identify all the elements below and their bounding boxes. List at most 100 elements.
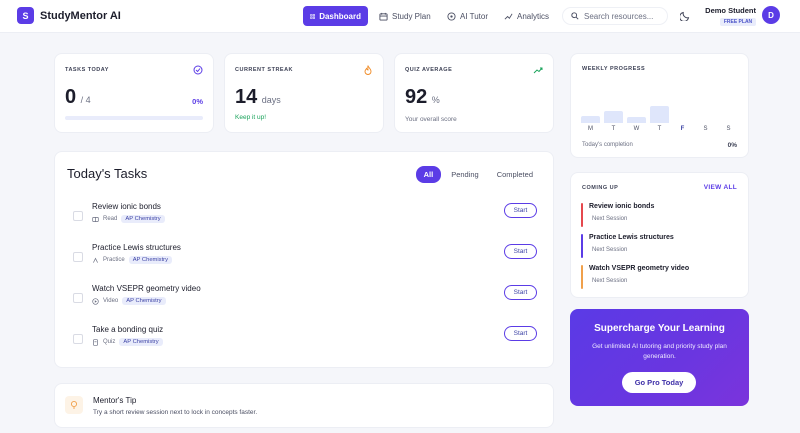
- coming-up-sub: Next Session: [592, 247, 628, 253]
- lightbulb-icon: [65, 396, 83, 414]
- subject-tag: AP Chemistry: [128, 256, 173, 264]
- coming-up-card: COMING UP VIEW ALL Review ionic bonds Ne…: [570, 172, 749, 298]
- calendar-icon: [379, 12, 388, 21]
- weekly-bars: [581, 94, 741, 123]
- task-type: Read: [103, 216, 118, 222]
- streak-number: 14: [235, 86, 258, 108]
- day-bar: [650, 105, 669, 123]
- nav-analytics-label: Analytics: [517, 11, 550, 21]
- coming-up-marker: [581, 203, 583, 227]
- streak-value: 14 days: [235, 86, 281, 109]
- streak-unit: days: [261, 95, 281, 105]
- task-checkbox[interactable]: [73, 252, 83, 262]
- subject-tag: AP Chemistry: [122, 297, 166, 305]
- tasks-today-card: TASKS TODAY 0 / 4 0%: [54, 53, 214, 133]
- plan-badge: FREE PLAN: [720, 18, 756, 26]
- coming-up-title: Practice Lewis structures: [589, 234, 674, 241]
- day-label: W: [633, 126, 640, 132]
- practice-icon: [93, 257, 98, 263]
- tasks-done: 0: [65, 86, 77, 108]
- start-button[interactable]: Start: [504, 244, 537, 259]
- nav-analytics[interactable]: Analytics: [497, 6, 556, 26]
- tip-title: Mentor's Tip: [93, 396, 137, 405]
- task-filter-tabs: All Pending Completed: [415, 166, 541, 183]
- day-label: S: [726, 126, 731, 132]
- coming-up-marker: [581, 234, 583, 258]
- task-checkbox[interactable]: [73, 211, 83, 221]
- coming-up-item[interactable]: Watch VSEPR geometry video Next Session: [581, 265, 741, 289]
- brand-name[interactable]: StudyMentor AI: [40, 10, 121, 22]
- day-label: T: [611, 126, 616, 132]
- task-type: Quiz: [103, 339, 116, 345]
- grid-icon: [310, 13, 315, 19]
- search-box[interactable]: [562, 7, 668, 25]
- logo-icon[interactable]: S: [17, 7, 34, 24]
- task-checkbox[interactable]: [73, 293, 83, 303]
- coming-up-label: COMING UP: [582, 185, 619, 191]
- play-icon: [92, 297, 99, 305]
- day-label: F: [680, 126, 685, 132]
- nav-ai-tutor[interactable]: AI Tutor: [440, 6, 495, 26]
- go-pro-button[interactable]: Go Pro Today: [622, 372, 696, 393]
- coming-up-marker: [581, 265, 583, 289]
- task-type: Practice: [103, 257, 125, 263]
- start-button[interactable]: Start: [504, 285, 537, 300]
- promo-text: Get unlimited AI tutoring and priority s…: [592, 343, 727, 360]
- tasks-today-label: TASKS TODAY: [65, 67, 109, 73]
- task-row: Review ionic bonds Read AP Chemistry Sta…: [73, 202, 537, 232]
- day-bar: [627, 117, 646, 123]
- flame-icon: [364, 65, 372, 75]
- weekly-footer: Today's completion: [582, 142, 633, 148]
- task-row: Watch VSEPR geometry video Video AP Chem…: [73, 284, 537, 314]
- chat-bubble-icon: [447, 11, 456, 21]
- top-nav: S StudyMentor AI Dashboard Study Plan AI…: [0, 0, 800, 33]
- tasks-card: Today's Tasks All Pending Completed Revi…: [54, 151, 554, 368]
- quiz-value: 92 %: [405, 86, 440, 109]
- quiz-number: 92: [405, 86, 428, 108]
- tab-completed[interactable]: Completed: [489, 166, 541, 183]
- task-title: Review ionic bonds: [92, 202, 161, 211]
- day-label: S: [703, 126, 708, 132]
- avatar[interactable]: D: [762, 6, 780, 24]
- day-label: M: [588, 126, 593, 132]
- search-icon: [571, 12, 579, 20]
- quiz-note: Your overall score: [405, 116, 457, 123]
- task-title: Take a bonding quiz: [92, 325, 164, 334]
- nav-ai-tutor-label: AI Tutor: [460, 11, 489, 21]
- nav-dashboard[interactable]: Dashboard: [303, 6, 368, 26]
- weekly-progress-card: WEEKLY PROGRESS M T W T F S S Today's co…: [570, 53, 749, 158]
- coming-up-sub: Next Session: [592, 278, 628, 284]
- mentor-tip-card: Mentor's Tip Try a short review session …: [54, 383, 554, 428]
- task-meta: Quiz AP Chemistry: [92, 338, 163, 346]
- view-all-link[interactable]: VIEW ALL: [704, 184, 737, 191]
- start-button[interactable]: Start: [504, 203, 537, 218]
- promo-title: Supercharge Your Learning: [594, 323, 725, 334]
- task-row: Take a bonding quiz Quiz AP Chemistry St…: [73, 325, 537, 355]
- tab-pending[interactable]: Pending: [443, 166, 487, 183]
- nav-study-plan[interactable]: Study Plan: [372, 6, 438, 26]
- book-icon: [92, 216, 99, 222]
- quiz-icon: [93, 338, 98, 346]
- quiz-unit: %: [431, 95, 440, 105]
- task-row: Practice Lewis structures Practice AP Ch…: [73, 243, 537, 273]
- tab-all[interactable]: All: [415, 166, 442, 183]
- task-meta: Practice AP Chemistry: [92, 256, 173, 264]
- trend-up-icon: [533, 67, 543, 74]
- tasks-progress-track: [65, 116, 203, 120]
- coming-up-sub: Next Session: [592, 216, 628, 222]
- weekly-progress-label: WEEKLY PROGRESS: [582, 66, 646, 72]
- moon-icon[interactable]: [680, 9, 692, 21]
- pro-promo-card: Supercharge Your Learning Get unlimited …: [570, 309, 749, 406]
- task-meta: Read AP Chemistry: [92, 215, 165, 223]
- search-input[interactable]: [584, 11, 666, 21]
- user-name: Demo Student: [705, 6, 756, 15]
- quiz-card: QUIZ AVERAGE 92 % Your overall score: [394, 53, 554, 133]
- coming-up-item[interactable]: Review ionic bonds Next Session: [581, 203, 741, 227]
- coming-up-item[interactable]: Practice Lewis structures Next Session: [581, 234, 741, 258]
- streak-label: CURRENT STREAK: [235, 67, 294, 73]
- tasks-title: Today's Tasks: [67, 166, 148, 181]
- task-title: Practice Lewis structures: [92, 243, 181, 252]
- day-bar: [581, 115, 600, 123]
- start-button[interactable]: Start: [504, 326, 537, 341]
- task-checkbox[interactable]: [73, 334, 83, 344]
